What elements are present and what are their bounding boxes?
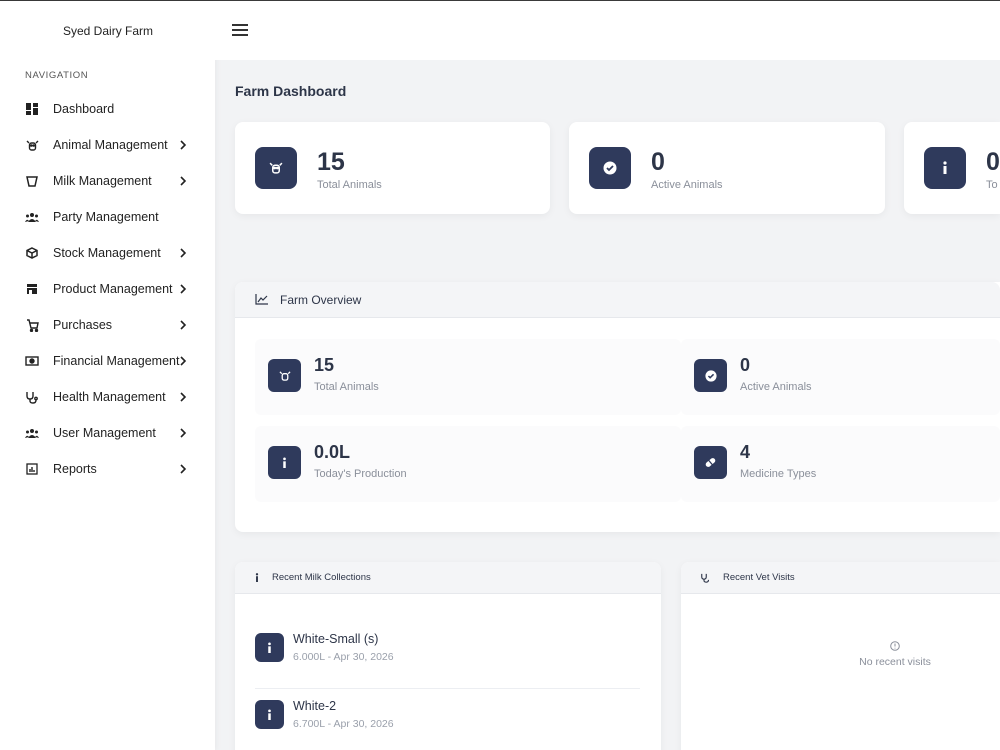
sidebar-item-label: Stock Management bbox=[53, 246, 161, 260]
nav-caption: NAVIGATION bbox=[25, 70, 89, 81]
sidebar: Syed Dairy Farm NAVIGATION Dashboard Ani… bbox=[0, 1, 215, 750]
topbar bbox=[215, 1, 1000, 60]
sidebar-item-label: Milk Management bbox=[53, 174, 152, 188]
chart-line-icon bbox=[255, 294, 268, 305]
info-icon bbox=[924, 147, 966, 189]
tile-label: Medicine Types bbox=[740, 468, 817, 480]
collection-detail: 6.700L - Apr 30, 2026 bbox=[293, 718, 394, 730]
info-circle-icon bbox=[890, 638, 900, 656]
panel-title: Farm Overview bbox=[280, 292, 362, 307]
chevron-right-icon bbox=[180, 248, 187, 258]
stat-card-active-animals: 0 Active Animals bbox=[569, 122, 885, 214]
sidebar-item-reports[interactable]: Reports bbox=[0, 451, 215, 487]
page-title: Farm Dashboard bbox=[235, 83, 347, 99]
sidebar-item-animal-management[interactable]: Animal Management bbox=[0, 127, 215, 163]
stat-card-todays-production: 0 To bbox=[904, 122, 1000, 214]
sidebar-item-label: Animal Management bbox=[53, 138, 168, 152]
users-icon bbox=[25, 210, 39, 224]
collection-name: White-2 bbox=[293, 699, 337, 713]
stat-value: 0 bbox=[651, 148, 665, 176]
info-icon bbox=[255, 633, 284, 662]
sidebar-item-label: Financial Management bbox=[53, 354, 180, 368]
brand-name[interactable]: Syed Dairy Farm bbox=[0, 1, 215, 60]
chevron-right-icon bbox=[180, 176, 187, 186]
overview-tile-todays-production: 0.0L Today's Production bbox=[255, 426, 681, 502]
stat-card-total-animals: 15 Total Animals bbox=[235, 122, 550, 214]
tile-value: 0 bbox=[740, 355, 751, 375]
stat-label: Active Animals bbox=[651, 179, 723, 191]
cow-icon bbox=[268, 359, 301, 392]
stethoscope-icon bbox=[25, 390, 39, 404]
tile-label: Today's Production bbox=[314, 468, 407, 480]
check-circle-icon bbox=[694, 359, 727, 392]
money-icon bbox=[25, 354, 39, 368]
sidebar-item-stock-management[interactable]: Stock Management bbox=[0, 235, 215, 271]
sidebar-item-party-management[interactable]: Party Management bbox=[0, 199, 215, 235]
overview-tile-medicine-types: 4 Medicine Types bbox=[681, 426, 1000, 502]
tile-label: Total Animals bbox=[314, 381, 379, 393]
farm-overview-panel: Farm Overview 15 Total Animals 0 Active … bbox=[235, 282, 1000, 532]
panel-title: Recent Milk Collections bbox=[272, 572, 371, 583]
panel-title: Recent Vet Visits bbox=[723, 572, 795, 583]
sidebar-item-milk-management[interactable]: Milk Management bbox=[0, 163, 215, 199]
chevron-right-icon bbox=[180, 428, 187, 438]
panel-header: Recent Milk Collections bbox=[235, 562, 661, 594]
tile-value: 15 bbox=[314, 355, 335, 375]
stat-label: To bbox=[986, 179, 998, 191]
stat-label: Total Animals bbox=[317, 179, 382, 191]
tile-value: 0.0L bbox=[314, 442, 351, 462]
sidebar-item-purchases[interactable]: Purchases bbox=[0, 307, 215, 343]
sidebar-item-label: Reports bbox=[53, 462, 97, 476]
sidebar-item-label: User Management bbox=[53, 426, 156, 440]
report-icon bbox=[25, 462, 39, 476]
cow-icon bbox=[25, 138, 39, 152]
tile-label: Active Animals bbox=[740, 381, 812, 393]
recent-vet-visits-panel: Recent Vet Visits No recent visits bbox=[681, 562, 1000, 750]
collection-detail: 6.000L - Apr 30, 2026 bbox=[293, 651, 394, 663]
sidebar-item-label: Health Management bbox=[53, 390, 166, 404]
cow-icon bbox=[255, 147, 297, 189]
list-item[interactable]: White-Small (s) 6.000L - Apr 30, 2026 bbox=[255, 623, 640, 689]
sidebar-item-label: Party Management bbox=[53, 210, 159, 224]
check-circle-icon bbox=[589, 147, 631, 189]
info-icon bbox=[268, 446, 301, 479]
stat-value: 15 bbox=[317, 148, 345, 176]
sidebar-item-product-management[interactable]: Product Management bbox=[0, 271, 215, 307]
recent-milk-collections-panel: Recent Milk Collections White-Small (s) … bbox=[235, 562, 661, 750]
dashboard-icon bbox=[25, 102, 39, 116]
sidebar-item-label: Purchases bbox=[53, 318, 113, 332]
empty-state-text: No recent visits bbox=[859, 656, 931, 668]
panel-header: Recent Vet Visits bbox=[681, 562, 1000, 594]
stat-value: 0 bbox=[986, 148, 1000, 176]
overview-tile-total-animals: 15 Total Animals bbox=[255, 339, 681, 415]
chevron-right-icon bbox=[180, 356, 187, 366]
sidebar-item-user-management[interactable]: User Management bbox=[0, 415, 215, 451]
panel-header: Farm Overview bbox=[235, 282, 1000, 318]
collection-name: White-Small (s) bbox=[293, 632, 379, 646]
list-item[interactable]: White-2 6.700L - Apr 30, 2026 bbox=[255, 690, 640, 750]
sidebar-item-financial-management[interactable]: Financial Management bbox=[0, 343, 215, 379]
stethoscope-icon bbox=[701, 573, 710, 583]
tile-value: 4 bbox=[740, 442, 751, 462]
store-icon bbox=[25, 282, 39, 296]
users-icon bbox=[25, 426, 39, 440]
info-icon bbox=[255, 700, 284, 729]
sidebar-item-health-management[interactable]: Health Management bbox=[0, 379, 215, 415]
info-icon bbox=[255, 573, 259, 582]
chevron-right-icon bbox=[180, 284, 187, 294]
bucket-icon bbox=[25, 174, 39, 188]
overview-tile-active-animals: 0 Active Animals bbox=[681, 339, 1000, 415]
sidebar-item-dashboard[interactable]: Dashboard bbox=[0, 91, 215, 127]
sidebar-item-label: Product Management bbox=[53, 282, 173, 296]
sidebar-item-label: Dashboard bbox=[53, 102, 115, 116]
chevron-right-icon bbox=[180, 320, 187, 330]
menu-toggle-icon[interactable] bbox=[232, 24, 248, 37]
box-icon bbox=[25, 246, 39, 260]
chevron-right-icon bbox=[180, 392, 187, 402]
pill-icon bbox=[694, 446, 727, 479]
chevron-right-icon bbox=[180, 140, 187, 150]
cart-icon bbox=[25, 318, 39, 332]
chevron-right-icon bbox=[180, 464, 187, 474]
